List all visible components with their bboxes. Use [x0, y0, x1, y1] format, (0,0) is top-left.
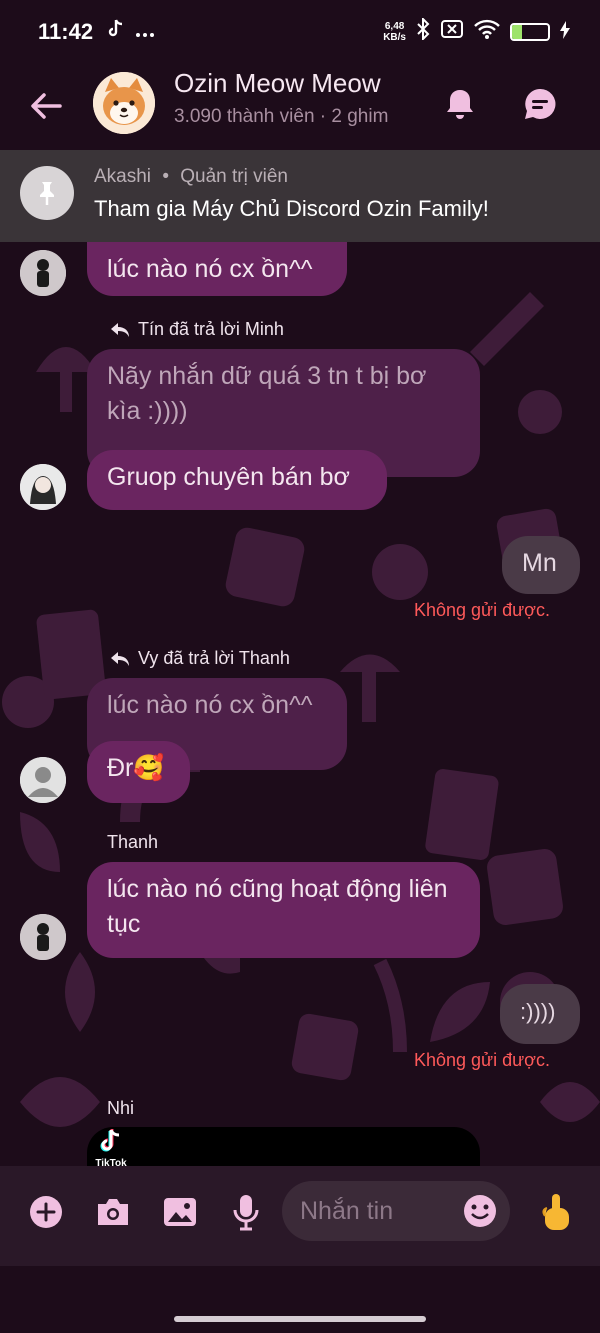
group-subtitle[interactable]: 3.090 thành viên · 2 ghim [174, 106, 388, 128]
send-failed-label[interactable]: Không gửi được. [414, 1050, 550, 1071]
net-speed-unit: KB/s [383, 32, 406, 43]
reply-label: Vy đã trả lời Thanh [110, 648, 290, 669]
tiktok-icon [100, 1129, 120, 1152]
tiktok-video-card[interactable]: TikTok [87, 1127, 480, 1166]
chat-bubble-icon [525, 88, 556, 119]
add-button[interactable] [26, 1192, 66, 1232]
microphone-icon [233, 1195, 259, 1231]
battery-fill [512, 25, 522, 39]
net-speed-value: 6,48 [384, 21, 405, 32]
tiktok-icon [107, 19, 125, 45]
shiba-dog-avatar [93, 72, 155, 134]
sender-avatar[interactable] [20, 757, 66, 803]
pinned-role: Quản trị viên [180, 166, 288, 187]
message-text: lúc nào nó cx ồn^^ [107, 255, 313, 283]
my-message-bubble[interactable]: :)))) [500, 984, 580, 1044]
sender-name: Nhi [107, 1098, 135, 1118]
message-bubble[interactable]: Gruop chuyên bán bơ [87, 450, 387, 510]
gallery-button[interactable] [160, 1192, 200, 1232]
battery-level: 27 [523, 25, 537, 39]
pin-badge [20, 166, 74, 220]
more-dots-icon [135, 21, 155, 44]
message-composer [0, 1166, 600, 1266]
message-text: Đr🥰 [107, 754, 165, 782]
message-bubble[interactable]: Đr🥰 [87, 741, 190, 803]
status-right: 6,48 KB/s 27 [383, 16, 570, 46]
notifications-button[interactable] [440, 84, 480, 124]
image-icon [164, 1198, 196, 1226]
message-input-container[interactable] [282, 1181, 510, 1241]
finger-emoji-icon [542, 1194, 569, 1230]
add-icon [30, 1196, 62, 1228]
bell-icon [447, 90, 473, 119]
message-text: Mn [522, 549, 557, 577]
user-photo-icon [20, 914, 66, 960]
home-indicator[interactable] [174, 1316, 426, 1322]
group-title[interactable]: Ozin Meow Meow [174, 68, 381, 99]
emoji-icon [464, 1195, 496, 1227]
message-text: lúc nào nó cũng hoạt động liên tục [107, 875, 448, 938]
pin-icon [40, 182, 54, 205]
quick-reaction-button[interactable] [536, 1192, 576, 1232]
tiktok-label: TikTok [95, 1158, 127, 1166]
tiktok-logo: TikTok [91, 1129, 131, 1166]
status-left-icons [107, 19, 155, 45]
voice-button[interactable] [226, 1192, 266, 1232]
status-bar: 11:42 6,48 KB/s 27 [0, 0, 600, 64]
bluetooth-icon [416, 16, 430, 46]
pinned-text: Tham gia Máy Chủ Discord Ozin Family! [94, 196, 489, 221]
message-text: :)))) [520, 999, 556, 1024]
message-input[interactable] [282, 1196, 452, 1226]
sender-name: Thanh [107, 832, 159, 852]
back-button[interactable] [26, 86, 66, 126]
no-sim-icon [440, 19, 464, 45]
camera-icon [98, 1199, 128, 1225]
wifi-icon [474, 19, 500, 45]
status-time: 11:42 [38, 19, 94, 44]
message-text: Gruop chuyên bán bơ [107, 463, 350, 491]
quoted-text: Nãy nhắn dữ quá 3 tn t bị bơ kìa :)))) [107, 362, 427, 425]
pinned-separator: • [162, 166, 169, 187]
reply-arrow-icon [111, 322, 129, 337]
sender-avatar[interactable] [20, 250, 66, 296]
charging-icon [560, 19, 570, 45]
message-bubble[interactable]: lúc nào nó cũng hoạt động liên tục [87, 862, 480, 958]
reply-label-text: Vy đã trả lời Thanh [138, 648, 290, 668]
back-arrow-icon [31, 93, 62, 119]
reply-label: Tín đã trả lời Minh [110, 319, 284, 340]
pinned-author: Akashi [94, 166, 152, 187]
reply-label-text: Tín đã trả lời Minh [138, 319, 284, 339]
user-photo-icon [20, 464, 66, 510]
my-message-bubble[interactable]: Mn [502, 536, 580, 594]
reply-arrow-icon [111, 651, 129, 666]
net-speed: 6,48 KB/s [383, 21, 406, 43]
group-avatar[interactable] [93, 72, 155, 134]
battery-indicator: 27 [510, 23, 550, 41]
quoted-text: lúc nào nó cx ồn^^ [107, 691, 313, 719]
emoji-button[interactable] [462, 1193, 498, 1229]
chat-options-button[interactable] [520, 84, 560, 124]
message-bubble[interactable]: lúc nào nó cx ồn^^ [87, 242, 347, 296]
sender-avatar[interactable] [20, 464, 66, 510]
pinned-message-bar[interactable]: Akashi • Quản trị viên Tham gia Máy Chủ … [0, 150, 600, 242]
default-user-icon [20, 757, 66, 803]
chat-header: Ozin Meow Meow 3.090 thành viên · 2 ghim [0, 64, 600, 150]
user-photo-icon [20, 250, 66, 296]
send-failed-label[interactable]: Không gửi được. [414, 600, 550, 621]
pinned-meta: Akashi • Quản trị viên [94, 166, 288, 188]
message-list[interactable]: lúc nào nó cx ồn^^ Tín đã trả lời Minh N… [0, 242, 600, 1166]
camera-button[interactable] [93, 1192, 133, 1232]
sender-avatar[interactable] [20, 914, 66, 960]
